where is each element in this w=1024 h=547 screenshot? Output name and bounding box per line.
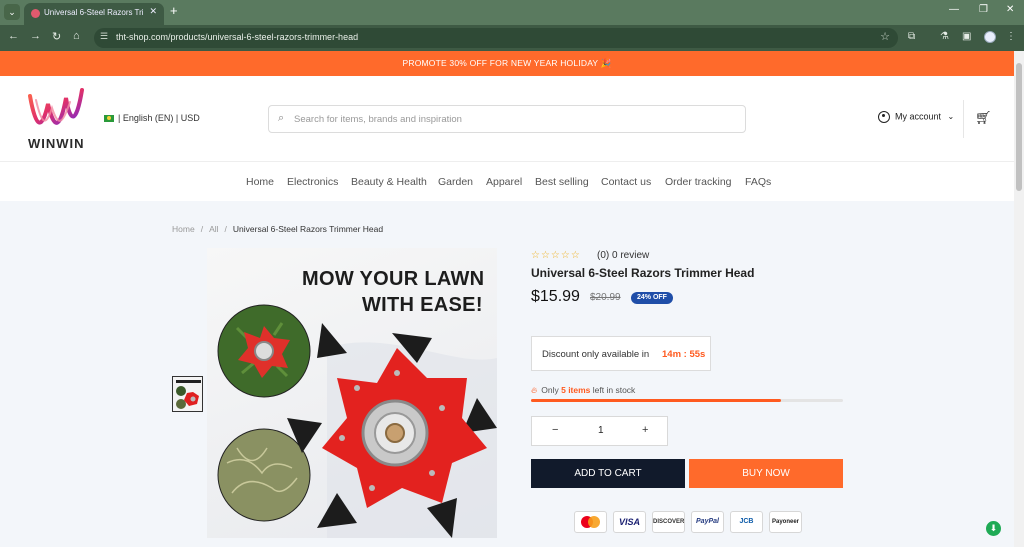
account-label: My account — [895, 111, 942, 122]
product-old-price: $20.99 — [590, 292, 621, 303]
back-arrow-icon[interactable]: ← — [8, 30, 19, 42]
discover-icon: DISCOVER — [652, 511, 685, 533]
image-headline-1: MOW YOUR LAWN — [302, 268, 485, 290]
browser-toolbar: ← → ↻ ⌂ ☰ tht-shop.com/products/universa… — [0, 25, 1024, 51]
stock-progress-fill — [531, 399, 781, 402]
nav-item-beauty-health[interactable]: Beauty & Health — [351, 176, 427, 188]
fire-icon: 🔥︎ — [531, 385, 538, 395]
product-main-image[interactable]: MOW YOUR LAWN WITH EASE! — [207, 248, 497, 538]
brazil-flag-icon — [104, 115, 114, 123]
nav-item-faqs[interactable]: FAQs — [745, 176, 771, 188]
site-header: WINWIN | English (EN) | USD ⌕ My account… — [0, 76, 1014, 162]
nav-item-home[interactable]: Home — [246, 176, 274, 188]
tab-close-icon[interactable]: ✕ — [149, 6, 157, 17]
quantity-increase-button[interactable]: + — [642, 424, 648, 436]
home-icon[interactable]: ⌂ — [73, 30, 80, 42]
product-title: Universal 6-Steel Razors Trimmer Head — [531, 266, 755, 280]
my-account-button[interactable]: My account ⌄ — [878, 111, 954, 123]
review-count[interactable]: (0) 0 review — [597, 250, 649, 261]
discount-label: Discount only available in — [542, 349, 650, 360]
product-thumbnail[interactable] — [172, 376, 203, 412]
add-to-cart-button[interactable]: ADD TO CART — [531, 459, 685, 488]
quantity-stepper: − 1 + — [531, 416, 668, 446]
mastercard-icon — [574, 511, 607, 533]
new-tab-icon[interactable]: + — [170, 3, 178, 18]
search-bar[interactable]: ⌕ — [268, 105, 746, 133]
quantity-value[interactable]: 1 — [598, 425, 604, 436]
breadcrumb-separator: / — [200, 224, 204, 234]
bookmark-star-icon[interactable]: ☆ — [880, 30, 890, 43]
product-price: $15.99 — [531, 288, 580, 305]
breadcrumb-separator: / — [224, 224, 227, 234]
breadcrumb: Home / All / Universal 6-Steel Razors Trimme… — [172, 224, 383, 234]
stock-progress-bar — [531, 399, 843, 402]
product-page-content: Home / All / Universal 6-Steel Razors Trimme… — [0, 201, 1014, 547]
nav-item-order-tracking[interactable]: Order tracking — [665, 176, 732, 188]
payoneer-icon: Payoneer — [769, 511, 802, 533]
tab-favicon-icon — [31, 9, 40, 18]
buy-now-button[interactable]: BUY NOW — [689, 459, 843, 488]
labs-flask-icon[interactable]: ⚗ — [940, 31, 949, 42]
winwin-logo-icon[interactable] — [26, 86, 86, 139]
window-close-icon[interactable]: ✕ — [1006, 4, 1014, 15]
logo-text[interactable]: WINWIN — [28, 136, 85, 151]
promo-banner: PROMOTE 30% OFF FOR NEW YEAR HOLIDAY 🎉 — [0, 51, 1014, 76]
search-input[interactable] — [294, 107, 734, 131]
discount-countdown-box: Discount only available in 14m : 55s — [531, 336, 711, 371]
breadcrumb-home[interactable]: Home — [172, 224, 195, 234]
restore-icon[interactable]: ❐ — [979, 4, 988, 15]
discount-badge: 24% OFF — [631, 292, 673, 304]
side-panel-icon[interactable]: ▣ — [962, 31, 971, 42]
discount-timer: 14m : 55s — [662, 349, 706, 360]
site-info-icon[interactable]: ☰ — [100, 31, 108, 42]
visa-icon: VISA — [613, 511, 646, 533]
nav-item-electronics[interactable]: Electronics — [287, 176, 338, 188]
paypal-icon: PayPal — [691, 511, 724, 533]
user-account-icon — [878, 111, 890, 123]
nav-item-contact-us[interactable]: Contact us — [601, 176, 651, 188]
jcb-icon: JCB — [730, 511, 763, 533]
locale-label: | English (EN) | USD — [118, 113, 200, 123]
extensions-icon[interactable]: ⧉ — [908, 31, 915, 42]
locale-currency-selector[interactable]: | English (EN) | USD — [104, 113, 200, 123]
image-headline-2: WITH EASE! — [362, 294, 483, 316]
stock-count: 5 items — [561, 385, 591, 395]
download-floating-icon[interactable]: ⬇ — [986, 521, 1001, 536]
address-url[interactable]: tht-shop.com/products/universal-6-steel-… — [116, 32, 358, 42]
shopping-cart-icon[interactable]: 🛒︎ — [975, 110, 992, 126]
rating-stars-icon[interactable]: ☆☆☆☆☆ — [531, 250, 581, 261]
tab-search-menu-icon[interactable]: ⌄ — [4, 4, 20, 20]
stock-suffix: left in stock — [592, 385, 636, 395]
tab-title: Universal 6-Steel Razors Trimm — [44, 8, 144, 17]
browser-tabbar: ⌄ Universal 6-Steel Razors Trimm ✕ + — ❐… — [0, 0, 1024, 25]
profile-avatar-icon[interactable] — [984, 31, 996, 43]
reload-icon[interactable]: ↻ — [52, 30, 61, 43]
forward-arrow-icon[interactable]: → — [30, 30, 41, 42]
scrollbar-thumb[interactable] — [1016, 63, 1022, 191]
header-divider — [963, 100, 964, 138]
chrome-menu-icon[interactable]: ⋮ — [1006, 31, 1016, 42]
chevron-down-icon: ⌄ — [947, 112, 955, 122]
nav-item-apparel[interactable]: Apparel — [486, 176, 522, 188]
browser-tab-active[interactable]: Universal 6-Steel Razors Trimm ✕ — [24, 3, 164, 25]
address-bar[interactable]: ☰ tht-shop.com/products/universal-6-stee… — [94, 28, 898, 48]
quantity-decrease-button[interactable]: − — [552, 424, 558, 436]
breadcrumb-all[interactable]: All — [209, 224, 218, 234]
nav-item-best-selling[interactable]: Best selling — [535, 176, 589, 188]
minimize-icon[interactable]: — — [949, 4, 959, 15]
search-icon: ⌕ — [278, 112, 285, 124]
breadcrumb-current: Universal 6-Steel Razors Trimmer Head — [232, 224, 384, 234]
main-navigation: Home Electronics Beauty & Health Garden … — [0, 163, 1014, 201]
nav-item-garden[interactable]: Garden — [438, 176, 473, 188]
stock-prefix: Only — [541, 385, 559, 395]
stock-notice: 🔥︎ Only 5 items left in stock — [531, 385, 635, 396]
page-scrollbar[interactable] — [1014, 51, 1024, 547]
